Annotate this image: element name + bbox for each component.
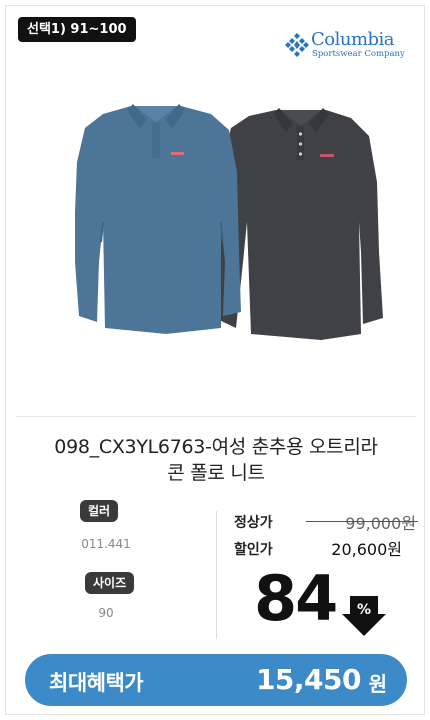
divider — [16, 416, 416, 417]
color-value: 011.441 — [81, 537, 131, 551]
option-badge: 선택1) 91~100 — [18, 17, 136, 42]
regular-price-label: 정상가 — [234, 515, 273, 531]
product-title-line-1: 098_CX3YL6763-여성 춘추용 오트리라 — [54, 436, 378, 458]
regular-price: 99,000원 — [306, 510, 418, 533]
dark-polo-shirt — [219, 108, 383, 340]
brand-subtitle: Sportswear Company — [312, 49, 405, 59]
sale-price-label: 할인가 — [234, 542, 273, 558]
sale-price-value: 20,600원 — [331, 540, 402, 559]
columbia-diamond-icon — [285, 33, 309, 57]
size-label: 사이즈 — [85, 572, 135, 594]
strikethrough-line — [306, 521, 418, 522]
product-title[interactable]: 098_CX3YL6763-여성 춘추용 오트리라 콘 폴로 니트 — [21, 434, 411, 486]
discount-percent-sign: % — [356, 602, 372, 618]
best-price-bar[interactable]: 최대혜택가 15,450 원 — [25, 654, 407, 706]
product-card[interactable]: 선택1) 91~100 Columbia Sportswear Company — [5, 5, 425, 715]
color-label: 컬러 — [80, 500, 119, 522]
brand-logo: Columbia Sportswear Company — [284, 29, 405, 60]
blue-polo-shirt — [75, 104, 241, 334]
best-price-label: 최대혜택가 — [49, 671, 144, 695]
product-image[interactable] — [71, 102, 391, 342]
product-title-line-2: 콘 폴로 니트 — [167, 462, 265, 484]
discount-rate: 84 — [254, 562, 338, 635]
brand-name: Columbia — [311, 29, 395, 50]
vertical-divider — [216, 511, 217, 639]
best-price-value: 15,450 — [255, 663, 362, 696]
regular-price-value: 99,000원 — [345, 514, 416, 533]
size-value: 90 — [98, 606, 114, 620]
best-price-unit: 원 — [368, 672, 387, 696]
